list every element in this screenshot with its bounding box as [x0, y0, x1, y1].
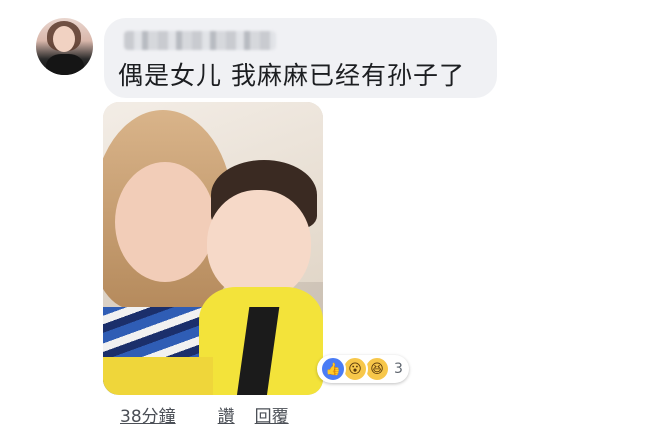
timestamp-link[interactable]: 38分鐘 [120, 402, 176, 427]
avatar-body [46, 54, 84, 75]
photo-baby-face [207, 190, 311, 300]
comment-photo[interactable] [103, 102, 323, 395]
commenter-name-blurred[interactable] [124, 31, 276, 50]
photo-woman-face [115, 162, 215, 282]
reply-button[interactable]: 回覆 [255, 402, 289, 427]
avatar-face [53, 26, 75, 52]
commenter-avatar[interactable] [36, 18, 93, 75]
like-icon: 👍 [320, 356, 346, 382]
like-button[interactable]: 讚 [218, 402, 235, 427]
comment-text: 偶是女儿 我麻麻已经有孙子了 [118, 61, 465, 90]
photo-yellow-fabric [103, 357, 213, 395]
reaction-count: 3 [394, 361, 403, 377]
reactions-summary[interactable]: 👍 😮 😆 3 [317, 355, 409, 383]
comment-bubble: 偶是女儿 我麻麻已经有孙子了 [104, 18, 497, 98]
comment-actions: 38分鐘 讚 回覆 [120, 402, 289, 427]
